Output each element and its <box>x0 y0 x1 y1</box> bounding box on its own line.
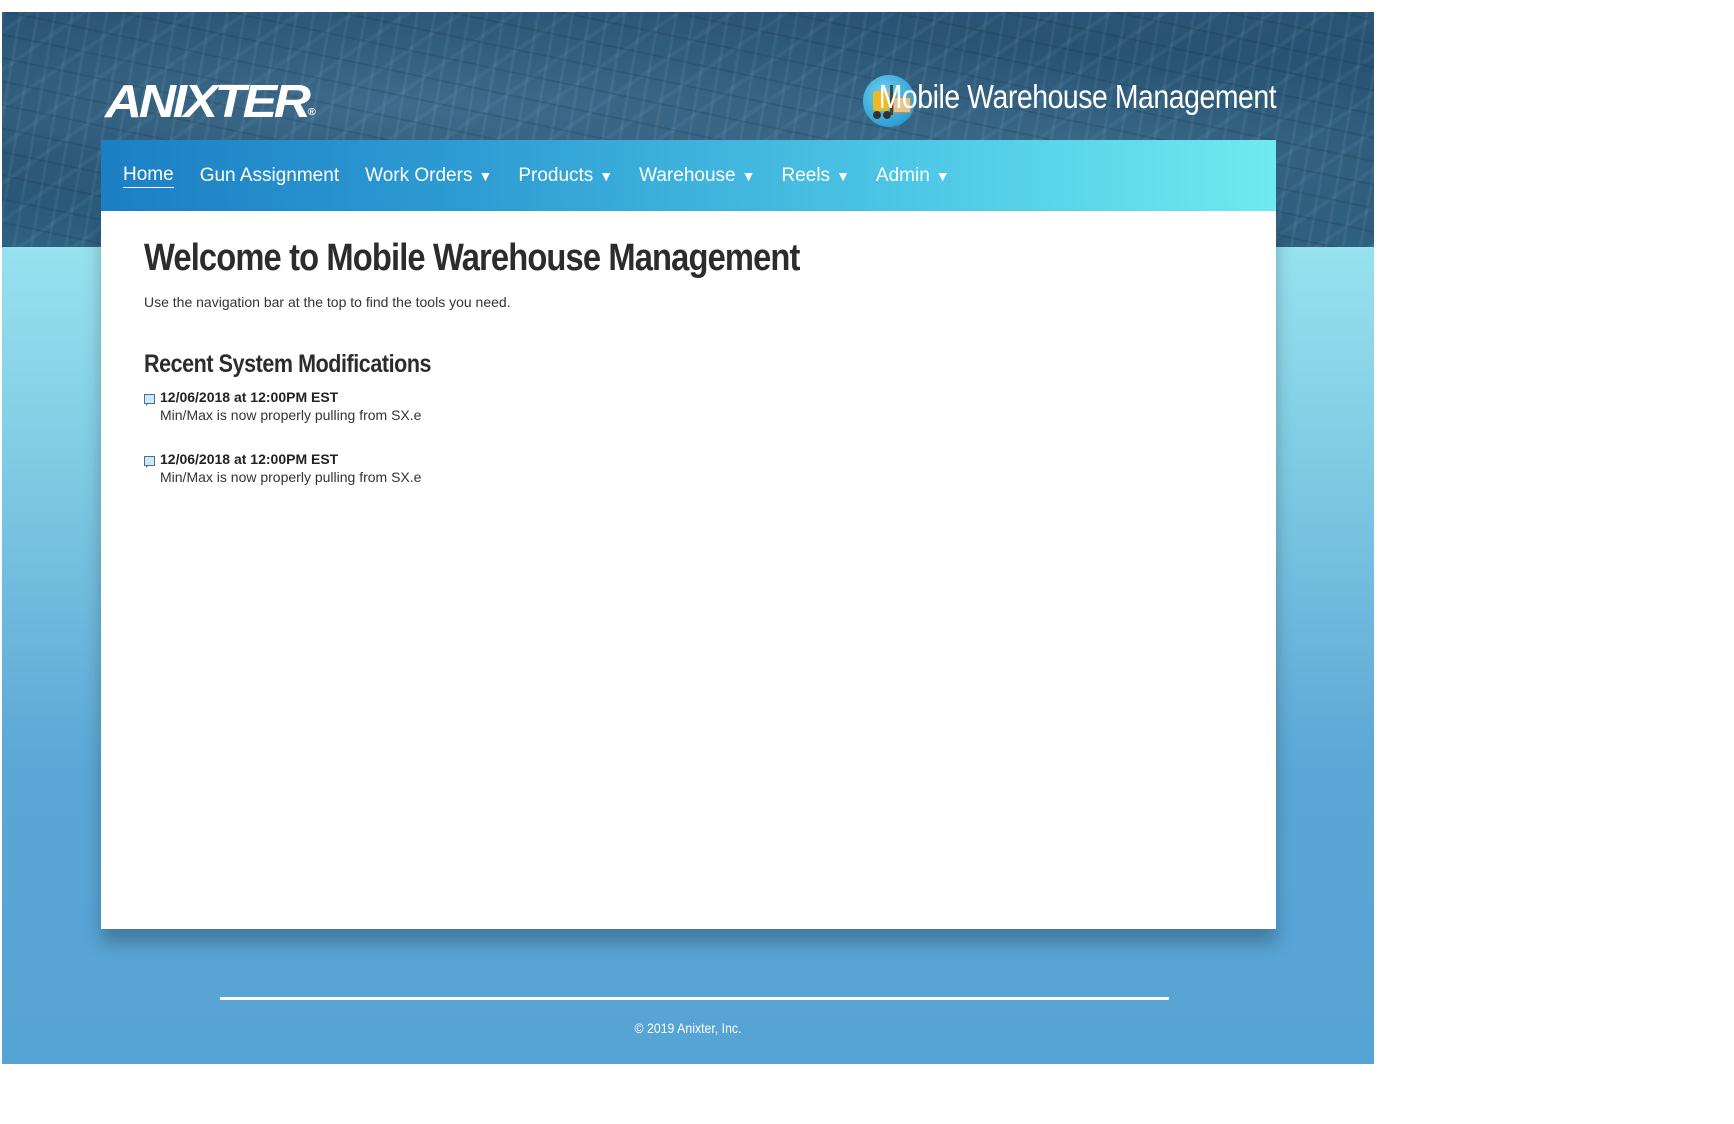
comment-icon <box>144 394 155 406</box>
chevron-down-icon: ▼ <box>935 167 950 184</box>
nav-home[interactable]: Home <box>123 164 174 188</box>
nav-products-label: Products <box>518 164 594 186</box>
copyright: © 2019 Anixter, Inc. <box>634 1020 742 1036</box>
modification-text: Min/Max is now properly pulling from SX.… <box>160 407 422 423</box>
nav-gun-assignment-label: Gun Assignment <box>199 164 340 186</box>
nav-work-orders-label: Work Orders <box>365 164 473 186</box>
nav-warehouse-label: Warehouse <box>639 164 736 186</box>
modifications-heading: Recent System Modifications <box>144 350 432 378</box>
chevron-down-icon: ▼ <box>836 167 850 184</box>
content-panel: Welcome to Mobile Warehouse Management U… <box>101 211 1276 929</box>
list-item: 12/06/2018 at 12:00PM EST Min/Max is now… <box>144 451 1276 485</box>
nav-admin-label: Admin <box>875 164 930 186</box>
modification-date: 12/06/2018 at 12:00PM EST <box>160 451 339 467</box>
nav-reels-label: Reels <box>781 164 831 186</box>
nav-gun-assignment[interactable]: Gun Assignment <box>200 165 339 187</box>
anixter-logo[interactable]: ANIXTER® <box>105 74 316 128</box>
logo-text: ANIXTER <box>105 75 311 127</box>
modification-date: 12/06/2018 at 12:00PM EST <box>160 389 339 405</box>
modification-text: Min/Max is now properly pulling from SX.… <box>160 469 422 485</box>
nav-work-orders[interactable]: Work Orders ▼ <box>365 165 492 187</box>
app-title: Mobile Warehouse Management <box>878 78 1277 115</box>
chevron-down-icon: ▼ <box>741 167 756 184</box>
logo-trademark: ® <box>307 107 316 118</box>
page-subtitle: Use the navigation bar at the top to fin… <box>144 294 511 310</box>
nav-warehouse[interactable]: Warehouse ▼ <box>639 165 755 187</box>
nav-products[interactable]: Products ▼ <box>518 165 613 187</box>
page-title: Welcome to Mobile Warehouse Management <box>144 237 800 279</box>
chevron-down-icon: ▼ <box>478 167 493 184</box>
page: ANIXTER® Mobile Warehouse Management Hom… <box>2 12 1374 1064</box>
main-nav: Home Gun Assignment Work Orders ▼ Product… <box>101 140 1276 211</box>
comment-icon <box>144 456 155 468</box>
nav-reels[interactable]: Reels ▼ <box>781 165 849 187</box>
footer-divider <box>220 997 1169 1000</box>
nav-home-label: Home <box>123 163 174 185</box>
nav-admin[interactable]: Admin ▼ <box>876 165 950 187</box>
list-item: 12/06/2018 at 12:00PM EST Min/Max is now… <box>144 389 1276 423</box>
chevron-down-icon: ▼ <box>599 167 614 184</box>
